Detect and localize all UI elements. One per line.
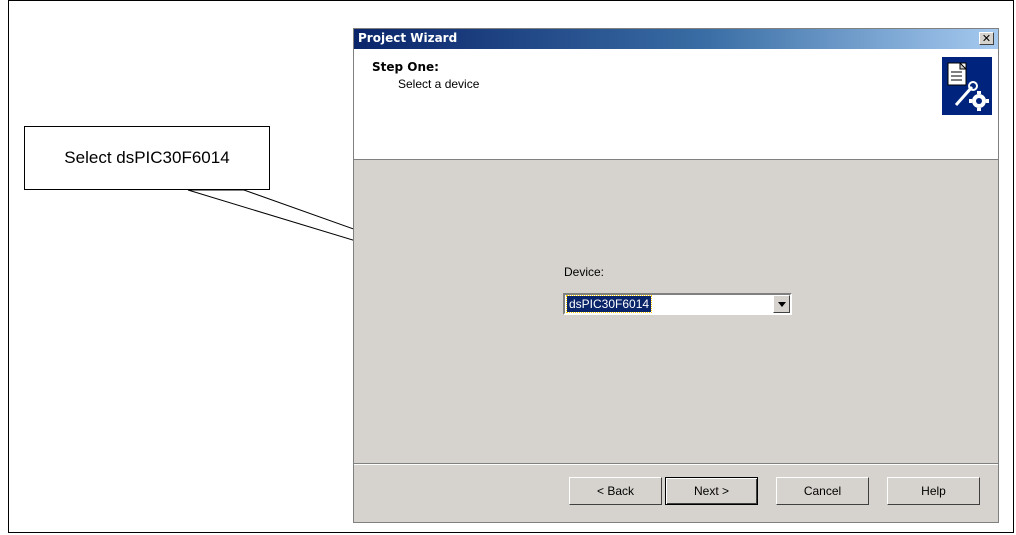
help-button-label: Help [921, 484, 946, 498]
next-button[interactable]: Next > [665, 477, 758, 505]
back-button[interactable]: < Back [569, 477, 662, 505]
step-title: Step One: [372, 60, 439, 74]
device-selected-value[interactable]: dsPIC30F6014 [565, 295, 653, 313]
wizard-document-wrench-gear-icon [942, 57, 992, 115]
close-button[interactable]: ✕ [979, 32, 994, 45]
footer-separator [354, 463, 998, 465]
window-title: Project Wizard [358, 31, 458, 45]
help-button[interactable]: Help [887, 477, 980, 505]
device-select[interactable]: dsPIC30F6014 [563, 293, 792, 315]
cancel-button-label: Cancel [803, 484, 842, 498]
project-wizard-dialog: Project Wizard ✕ Step One: Select a devi… [353, 28, 999, 523]
next-button-label: Next > [693, 484, 729, 498]
dropdown-button[interactable] [773, 295, 790, 313]
step-subtitle: Select a device [398, 77, 480, 91]
chevron-down-icon [777, 301, 786, 307]
close-icon: ✕ [981, 32, 992, 45]
device-label: Device: [564, 265, 605, 279]
callout-text: Select dsPIC30F6014 [64, 148, 230, 167]
back-button-label: < Back [596, 484, 635, 498]
cancel-button[interactable]: Cancel [776, 477, 869, 505]
wizard-header: Step One: Select a device [354, 49, 998, 160]
callout-box: Select dsPIC30F6014 [24, 126, 270, 190]
title-bar[interactable]: Project Wizard ✕ [354, 29, 998, 49]
